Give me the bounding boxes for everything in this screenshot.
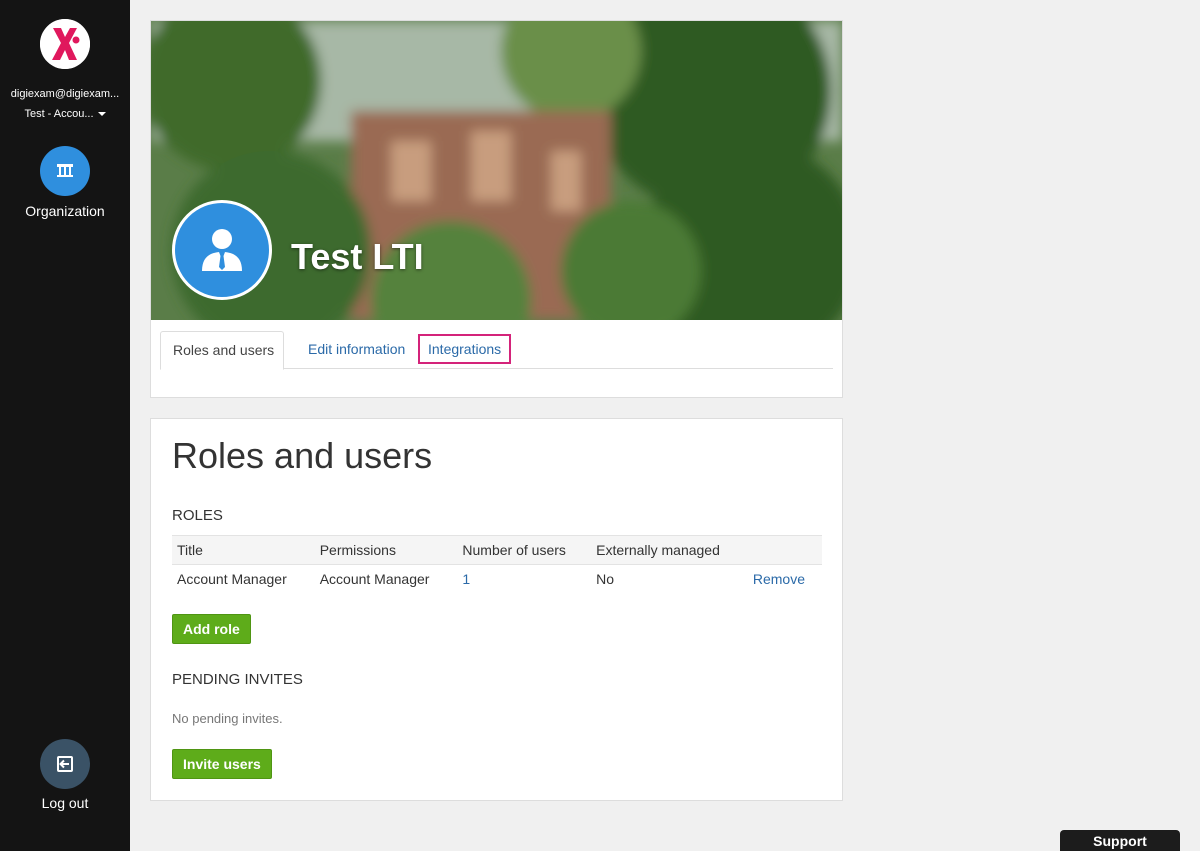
add-role-button[interactable]: Add role bbox=[172, 614, 251, 644]
logout-button[interactable]: Log out bbox=[0, 739, 130, 811]
roles-heading: ROLES bbox=[172, 507, 223, 524]
no-pending-invites-text: No pending invites. bbox=[172, 711, 283, 726]
remove-role-link[interactable]: Remove bbox=[748, 565, 822, 593]
sidebar: digiexam@digiexam... Test - Accou... Org… bbox=[0, 0, 130, 851]
logout-icon bbox=[40, 739, 90, 789]
tab-edit-information[interactable]: Edit information bbox=[296, 331, 417, 369]
page-title: Roles and users bbox=[172, 435, 433, 476]
organization-header: Test LTI Roles and users Edit informatio… bbox=[150, 20, 843, 398]
roles-and-users-panel: Roles and users ROLES Title Permissions … bbox=[150, 418, 843, 801]
user-icon bbox=[202, 229, 242, 271]
organization-icon bbox=[40, 146, 90, 196]
column-header-title: Title bbox=[172, 535, 315, 565]
tab-integrations[interactable]: Integrations bbox=[418, 334, 512, 364]
column-header-actions bbox=[747, 535, 822, 565]
account-selector[interactable]: Test - Accou... bbox=[0, 108, 130, 120]
sidebar-item-organization[interactable]: Organization bbox=[0, 146, 130, 219]
tab-bar: Roles and users Edit information Integra… bbox=[160, 331, 833, 370]
sidebar-item-label: Organization bbox=[25, 203, 105, 219]
role-externally-managed: No bbox=[596, 570, 615, 587]
column-header-number-of-users: Number of users bbox=[457, 535, 592, 565]
role-user-count-link[interactable]: 1 bbox=[457, 565, 591, 593]
column-header-externally-managed: Externally managed bbox=[591, 535, 748, 565]
digiexam-logo[interactable] bbox=[40, 19, 90, 69]
tab-roles-and-users[interactable]: Roles and users bbox=[160, 331, 284, 370]
organization-name: Test LTI bbox=[291, 236, 424, 277]
pending-invites-heading: PENDING INVITES bbox=[172, 671, 303, 688]
role-permissions: Account Manager bbox=[319, 570, 430, 587]
table-row: Account Manager Account Manager 1 No Rem… bbox=[172, 565, 822, 593]
account-name: Test - Accou... bbox=[24, 108, 94, 120]
logout-label: Log out bbox=[41, 795, 89, 811]
user-email: digiexam@digiexam... bbox=[10, 88, 120, 100]
support-button[interactable]: Support bbox=[1060, 830, 1180, 851]
roles-table: Title Permissions Number of users Extern… bbox=[172, 535, 822, 593]
column-header-permissions: Permissions bbox=[314, 535, 458, 565]
caret-down-icon bbox=[97, 112, 106, 117]
table-header-row: Title Permissions Number of users Extern… bbox=[172, 535, 822, 565]
organization-avatar bbox=[172, 200, 272, 300]
invite-users-button[interactable]: Invite users bbox=[172, 749, 272, 779]
role-title: Account Manager bbox=[177, 570, 287, 587]
